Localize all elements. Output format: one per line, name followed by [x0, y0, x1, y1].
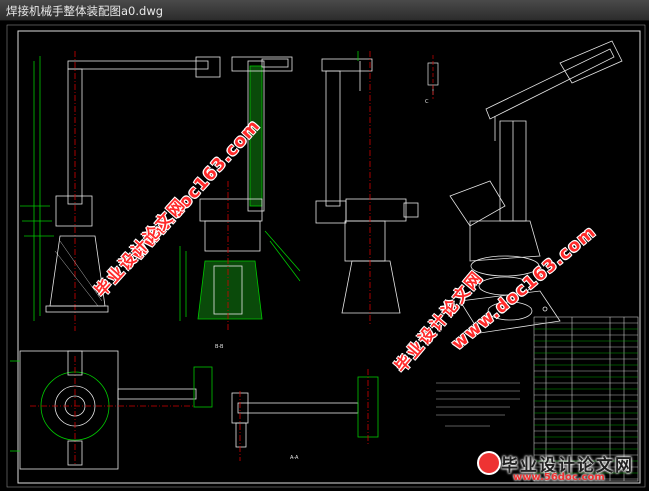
svg-text:C: C [425, 99, 429, 105]
drawing-canvas[interactable]: B-B C A-A www.doc163.com 毕业设计论文网 www.doc… [0, 21, 649, 491]
side-view [315, 51, 419, 326]
section-a-view: A-A [231, 369, 379, 461]
section-view: B-B [179, 56, 301, 350]
brand-logo-icon [479, 453, 499, 473]
window-title: 焊接机械手整体装配图a0.dwg [6, 4, 164, 18]
torch-detail: C [425, 55, 439, 105]
footer-brand-url: www.56doc.com [513, 472, 605, 483]
window-titlebar: 焊接机械手整体装配图a0.dwg [0, 0, 649, 21]
footer-brand: 毕业设计论文网 www.56doc.com [479, 451, 639, 487]
svg-text:B-B: B-B [215, 344, 224, 350]
technical-notes [436, 382, 520, 427]
top-view [10, 350, 213, 470]
svg-text:A-A: A-A [290, 455, 299, 461]
